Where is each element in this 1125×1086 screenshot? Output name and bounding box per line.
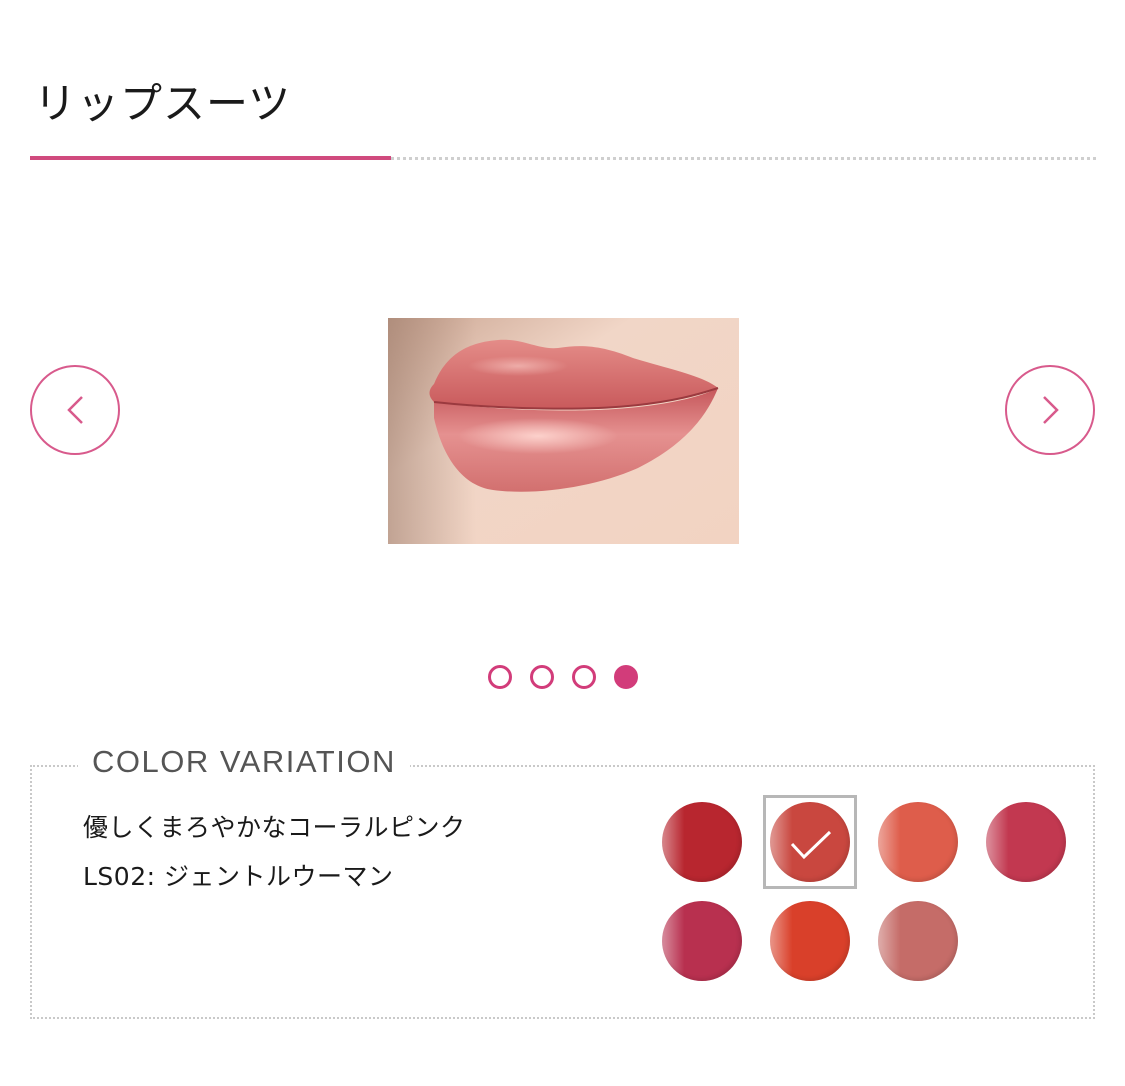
pager-dot-4-active[interactable] (614, 665, 638, 689)
product-carousel (0, 190, 1125, 640)
shade-code: LS02: ジェントルウーマン (83, 862, 394, 891)
color-swatch-4[interactable] (986, 802, 1066, 882)
color-swatch-1[interactable] (662, 802, 742, 882)
pager-dot-2[interactable] (530, 665, 554, 689)
chevron-left-icon (67, 396, 83, 424)
selected-swatch-frame (763, 795, 857, 889)
pager-dot-3[interactable] (572, 665, 596, 689)
chevron-right-icon (1043, 396, 1059, 424)
color-variation-heading: COLOR VARIATION (78, 744, 410, 780)
pager-dot-1[interactable] (488, 665, 512, 689)
title-underline-accent (30, 156, 391, 160)
title-underline-dots (391, 157, 1096, 160)
color-swatch-3[interactable] (878, 802, 958, 882)
color-swatch-5[interactable] (662, 901, 742, 981)
carousel-prev-button[interactable] (30, 365, 120, 455)
carousel-pager (488, 665, 638, 689)
color-swatch-6[interactable] (770, 901, 850, 981)
lips-photo (388, 318, 739, 544)
shade-description: 優しくまろやかなコーラルピンク (83, 813, 466, 842)
title-underline (30, 156, 1096, 160)
carousel-next-button[interactable] (1005, 365, 1095, 455)
color-swatch-7[interactable] (878, 901, 958, 981)
page-title: リップスーツ (34, 79, 292, 128)
